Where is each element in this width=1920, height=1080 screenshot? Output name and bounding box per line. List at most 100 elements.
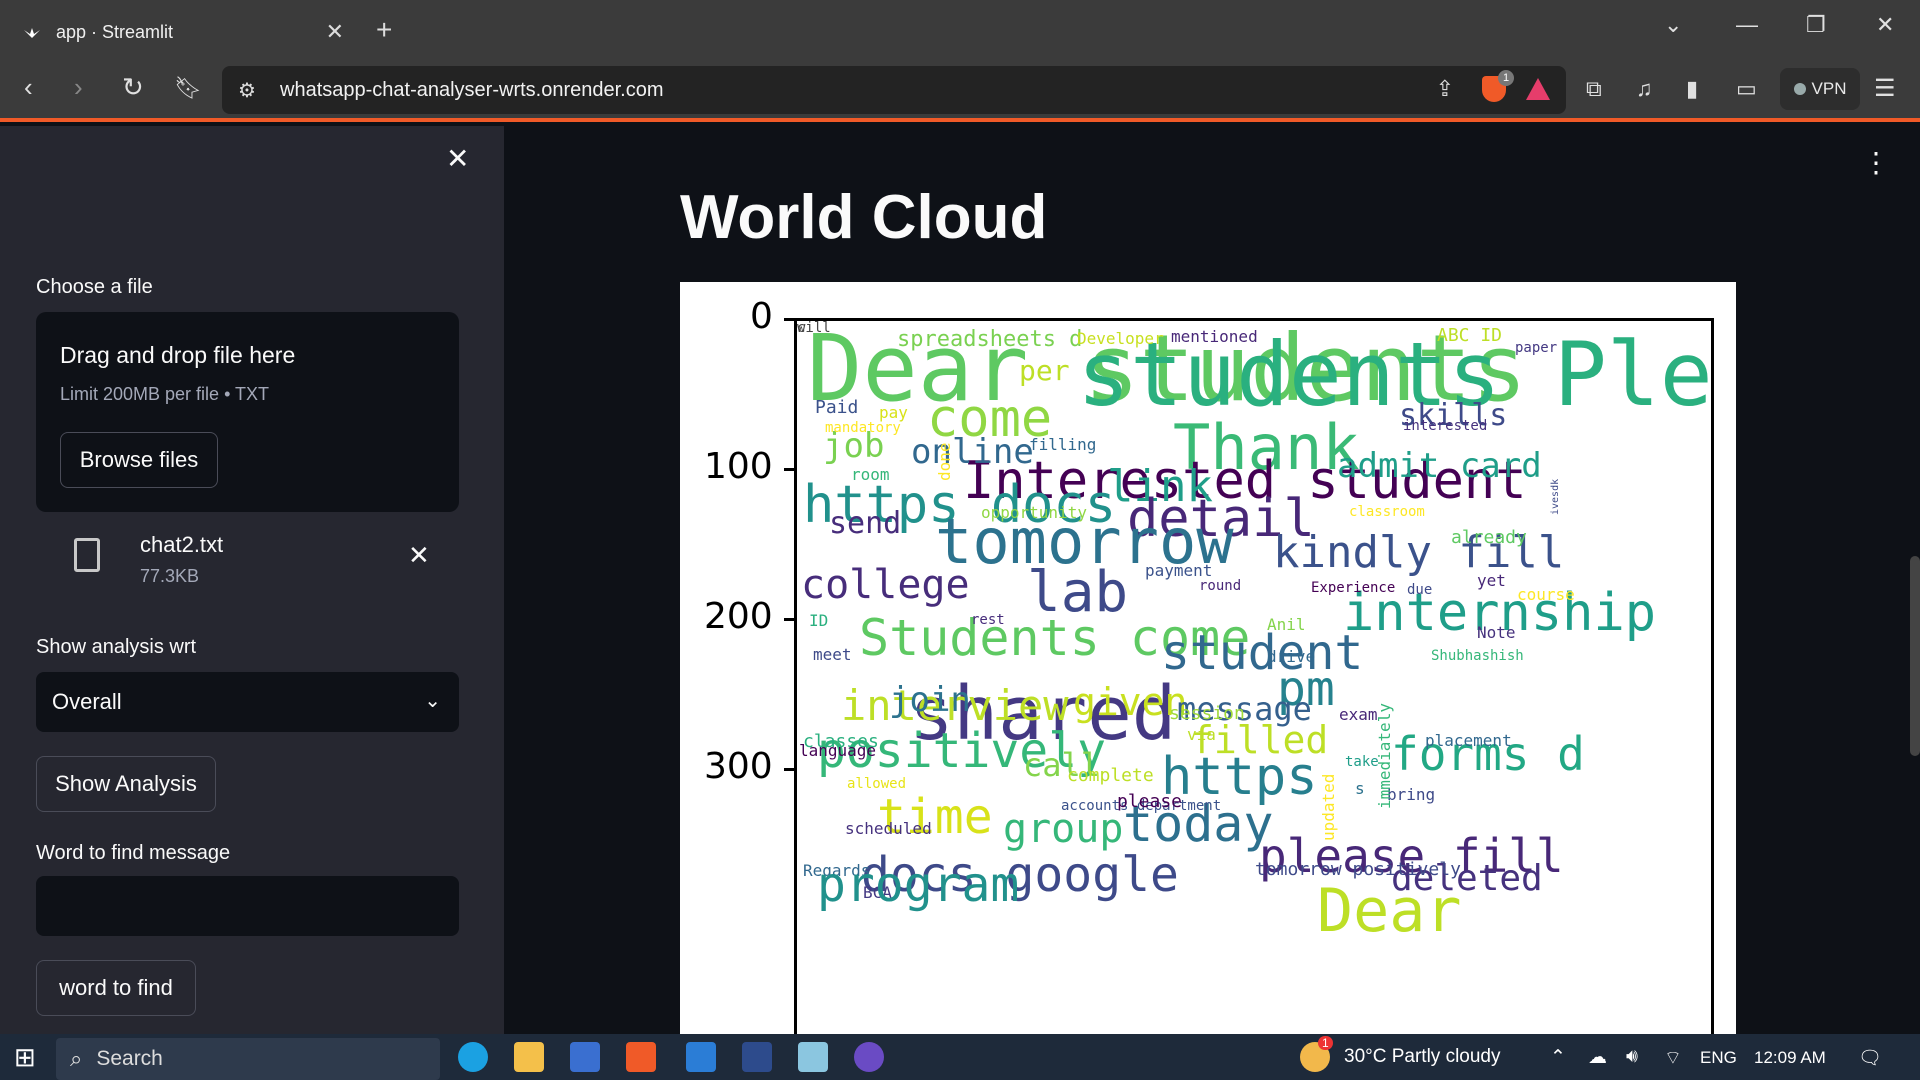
brave-rewards-icon[interactable]	[1526, 78, 1550, 100]
analysis-select-value: Overall	[52, 689, 122, 714]
back-icon[interactable]: ‹	[24, 72, 33, 103]
browse-files-button[interactable]: Browse files	[60, 432, 218, 488]
taskbar-search[interactable]: ⌕ Search	[56, 1038, 440, 1080]
wordcloud-word: ABC ID	[1437, 325, 1503, 346]
wordcloud-word: already	[1451, 527, 1527, 548]
word-to-find-button[interactable]: word to find	[36, 960, 196, 1016]
sidebar-toggle-icon[interactable]: ▮	[1686, 76, 1698, 102]
new-tab-icon[interactable]: +	[376, 14, 392, 46]
wallet-icon[interactable]: ▭	[1736, 76, 1757, 102]
tab-title: app · Streamlit	[56, 21, 174, 42]
tray-chevron-icon[interactable]: ⌃	[1550, 1046, 1566, 1069]
ytick-label: 300	[704, 746, 773, 787]
wordcloud-word: session	[1169, 703, 1245, 724]
wordcloud-word: drive	[1267, 647, 1316, 666]
word-find-input[interactable]	[36, 876, 459, 936]
wordcloud-word: paper	[1515, 340, 1558, 356]
wordcloud-word: admit card	[1337, 446, 1542, 486]
wordcloud-word: room	[851, 465, 890, 484]
streamlit-logo-icon	[22, 22, 42, 42]
scrollbar[interactable]	[1910, 556, 1920, 756]
ytick-label: 200	[704, 596, 773, 637]
wordcloud-word: college	[801, 562, 970, 608]
browser-tab[interactable]: app · Streamlit ✕	[8, 6, 358, 58]
wordcloud-word: round	[1199, 578, 1242, 594]
analysis-select[interactable]: Overall ⌄	[36, 672, 459, 732]
ytick-mark	[784, 618, 794, 621]
vpn-button[interactable]: VPN	[1780, 68, 1860, 110]
browser-tabbar: app · Streamlit ✕ + ⌄ — ❐ ✕	[0, 0, 1920, 58]
tab-list-chevron-icon[interactable]: ⌄	[1664, 12, 1682, 38]
wordcloud-word: mandatory	[825, 420, 901, 436]
file-explorer-icon[interactable]	[514, 1042, 544, 1072]
wordcloud-word: ivesdk	[1550, 478, 1561, 515]
sidebar-close-icon[interactable]: ✕	[446, 142, 469, 175]
wordcloud-word: done	[935, 442, 954, 481]
show-analysis-button[interactable]: Show Analysis	[36, 756, 216, 812]
restore-icon[interactable]: ❐	[1806, 12, 1826, 38]
remove-file-icon[interactable]: ✕	[408, 540, 430, 571]
tab-close-icon[interactable]: ✕	[326, 19, 344, 45]
wifi-icon[interactable]: ⌔	[1664, 1046, 1682, 1070]
ytick-label: 0	[750, 296, 773, 337]
wordcloud-word: will	[797, 320, 831, 336]
wordcloud-word: language	[799, 741, 877, 760]
weather-text[interactable]: 30°C Partly cloudy	[1344, 1046, 1501, 1068]
wordcloud-word: online	[911, 432, 1034, 472]
search-icon: ⌕	[70, 1046, 83, 1071]
brave-icon[interactable]	[626, 1042, 656, 1072]
wordcloud-word: per	[1019, 354, 1070, 387]
wordcloud-figure: 0 100 200 300 Dear studentsstudents Pleasec…	[680, 282, 1736, 1034]
uploaded-file-size: 77.3KB	[140, 566, 200, 586]
bookmark-icon[interactable]: 🔖︎	[174, 75, 202, 101]
notifications-icon[interactable]: 🗨︎	[1858, 1046, 1882, 1070]
wordcloud-word: s	[1355, 779, 1365, 798]
word-find-label: Word to find message	[36, 842, 231, 864]
store-icon[interactable]	[570, 1042, 600, 1072]
browser-navbar: ‹ › ↻ 🔖︎ ⚙︎ whatsapp-chat-analyser-wrts.…	[0, 58, 1920, 122]
vscode-icon[interactable]	[686, 1042, 716, 1072]
wordcloud-word: classroom	[1349, 504, 1425, 520]
edge-icon[interactable]	[458, 1042, 488, 1072]
wordcloud-word: program	[817, 857, 1020, 913]
url-text[interactable]: whatsapp-chat-analyser-wrts.onrender.com	[280, 79, 664, 102]
wordcloud-word: Anil	[1267, 615, 1306, 634]
wordcloud-word: complete	[1067, 765, 1154, 786]
page-title: World Cloud	[680, 183, 1048, 252]
file-dropzone[interactable]: Drag and drop file here Limit 200MB per …	[36, 312, 459, 512]
address-bar[interactable]: ⚙︎ whatsapp-chat-analyser-wrts.onrender.…	[222, 66, 1566, 114]
powershell-icon[interactable]	[742, 1042, 772, 1072]
wordcloud-word: via	[1187, 725, 1216, 744]
app-icon[interactable]	[854, 1042, 884, 1072]
windows-start-icon[interactable]: ⊞	[14, 1042, 36, 1073]
window-close-icon[interactable]: ✕	[1876, 12, 1894, 38]
wordcloud-word: please	[1117, 791, 1183, 812]
menu-icon[interactable]: ☰	[1874, 74, 1896, 103]
forward-icon[interactable]: ›	[74, 72, 83, 103]
site-settings-icon[interactable]: ⚙︎	[238, 78, 256, 103]
weather-badge: 1	[1318, 1036, 1333, 1050]
wordcloud-word: allowed	[847, 776, 907, 792]
file-uploader-label: Choose a file	[36, 276, 153, 298]
more-options-icon[interactable]: ⋮	[1862, 146, 1890, 179]
wordcloud-word: Shubhashish	[1431, 648, 1524, 664]
clock[interactable]: 12:09 AM	[1754, 1048, 1826, 1068]
taskbar: ⊞ ⌕ Search 1 30°C Partly cloudy ⌃ ☁ 🔊︎ ⌔…	[0, 1034, 1920, 1080]
ytick-mark	[784, 768, 794, 771]
wordcloud-word: immediately	[1375, 703, 1394, 809]
extensions-icon[interactable]: ⧉	[1586, 76, 1602, 102]
wordcloud-word: take	[1345, 754, 1379, 770]
notepad-icon[interactable]	[798, 1042, 828, 1072]
wordcloud-word: mentioned	[1171, 327, 1258, 346]
wordcloud-word: course	[1517, 585, 1575, 604]
onedrive-icon[interactable]: ☁	[1588, 1046, 1607, 1069]
wordcloud-word: ID	[809, 611, 829, 630]
media-icon[interactable]: ♫	[1636, 76, 1653, 102]
ytick-mark	[784, 318, 794, 321]
language-indicator[interactable]: ENG	[1700, 1048, 1737, 1068]
taskbar-search-label: Search	[96, 1047, 163, 1070]
share-icon[interactable]: ⇪	[1436, 76, 1454, 102]
reload-icon[interactable]: ↻	[122, 72, 144, 103]
minimize-icon[interactable]: —	[1736, 12, 1758, 38]
volume-icon[interactable]: 🔊︎	[1626, 1046, 1638, 1068]
